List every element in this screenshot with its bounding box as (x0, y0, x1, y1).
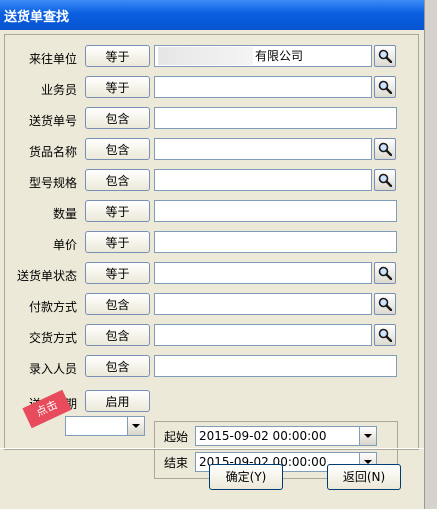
date-mode-select[interactable] (65, 416, 145, 436)
dialog-window: 送货单查找 来往单位 等于 有限公司 业务员 等于 送货单号 包含 货品名称 包含 型号规格 包含数… (0, 0, 424, 509)
operator-button[interactable]: 包含 (85, 355, 150, 377)
field-label: 送货单状态 (16, 269, 77, 283)
field-label: 送货单号 (28, 114, 77, 128)
criteria-input[interactable] (154, 138, 372, 160)
ok-button[interactable]: 确定(Y) (209, 464, 283, 490)
dropdown-arrow-icon[interactable] (359, 427, 376, 445)
dropdown-arrow-icon[interactable] (127, 417, 144, 435)
field-label: 型号规格 (28, 176, 77, 190)
criteria-value: 有限公司 (255, 49, 304, 63)
operator-button[interactable]: 等于 (85, 200, 150, 222)
operator-button[interactable]: 等于 (85, 45, 150, 67)
right-edge-scrollbar[interactable] (424, 0, 437, 509)
criteria-input[interactable]: 有限公司 (154, 45, 372, 67)
field-label: 货品名称 (28, 145, 77, 159)
search-criteria-group: 来往单位 等于 有限公司 业务员 等于 送货单号 包含 货品名称 包含 型号规格 包含 数量 等于 单价等… (4, 34, 419, 479)
field-label: 单价 (52, 238, 77, 252)
magnifier-icon[interactable] (374, 76, 396, 98)
criteria-input[interactable] (154, 231, 397, 253)
operator-button[interactable]: 等于 (85, 76, 150, 98)
criteria-input[interactable] (154, 76, 372, 98)
operator-button[interactable]: 包含 (85, 293, 150, 315)
magnifier-icon[interactable] (374, 262, 396, 284)
start-date-value: 2015-09-02 00:00:00 (199, 429, 327, 443)
magnifier-icon[interactable] (374, 169, 396, 191)
operator-button[interactable]: 包含 (85, 324, 150, 346)
field-label: 业务员 (40, 83, 77, 97)
footer-divider (0, 448, 424, 449)
operator-button[interactable]: 等于 (85, 262, 150, 284)
operator-button[interactable]: 包含 (85, 138, 150, 160)
field-label: 付款方式 (28, 300, 77, 314)
start-date-picker[interactable]: 2015-09-02 00:00:00 (195, 426, 377, 446)
field-label: 来往单位 (28, 52, 77, 66)
magnifier-icon[interactable] (374, 293, 396, 315)
window-title: 送货单查找 (4, 10, 70, 25)
operator-button[interactable]: 等于 (85, 231, 150, 253)
back-button[interactable]: 返回(N) (327, 464, 401, 490)
operator-button[interactable]: 包含 (85, 107, 150, 129)
enable-date-button[interactable]: 启用 (85, 390, 150, 412)
redacted-text (158, 47, 253, 65)
criteria-input[interactable] (154, 169, 372, 191)
field-label: 录入人员 (28, 362, 77, 376)
criteria-input[interactable] (154, 324, 372, 346)
criteria-input[interactable] (154, 355, 397, 377)
criteria-input[interactable] (154, 262, 372, 284)
title-bar[interactable]: 送货单查找 (0, 0, 424, 30)
criteria-input[interactable] (154, 200, 397, 222)
criteria-input[interactable] (154, 107, 397, 129)
field-label: 数量 (52, 207, 77, 221)
magnifier-icon[interactable] (374, 138, 396, 160)
field-label: 交货方式 (28, 331, 77, 345)
end-date-label: 结束 (164, 456, 189, 470)
criteria-input[interactable] (154, 293, 372, 315)
magnifier-icon[interactable] (374, 45, 396, 67)
magnifier-icon[interactable] (374, 324, 396, 346)
operator-button[interactable]: 包含 (85, 169, 150, 191)
start-date-label: 起始 (164, 430, 189, 444)
